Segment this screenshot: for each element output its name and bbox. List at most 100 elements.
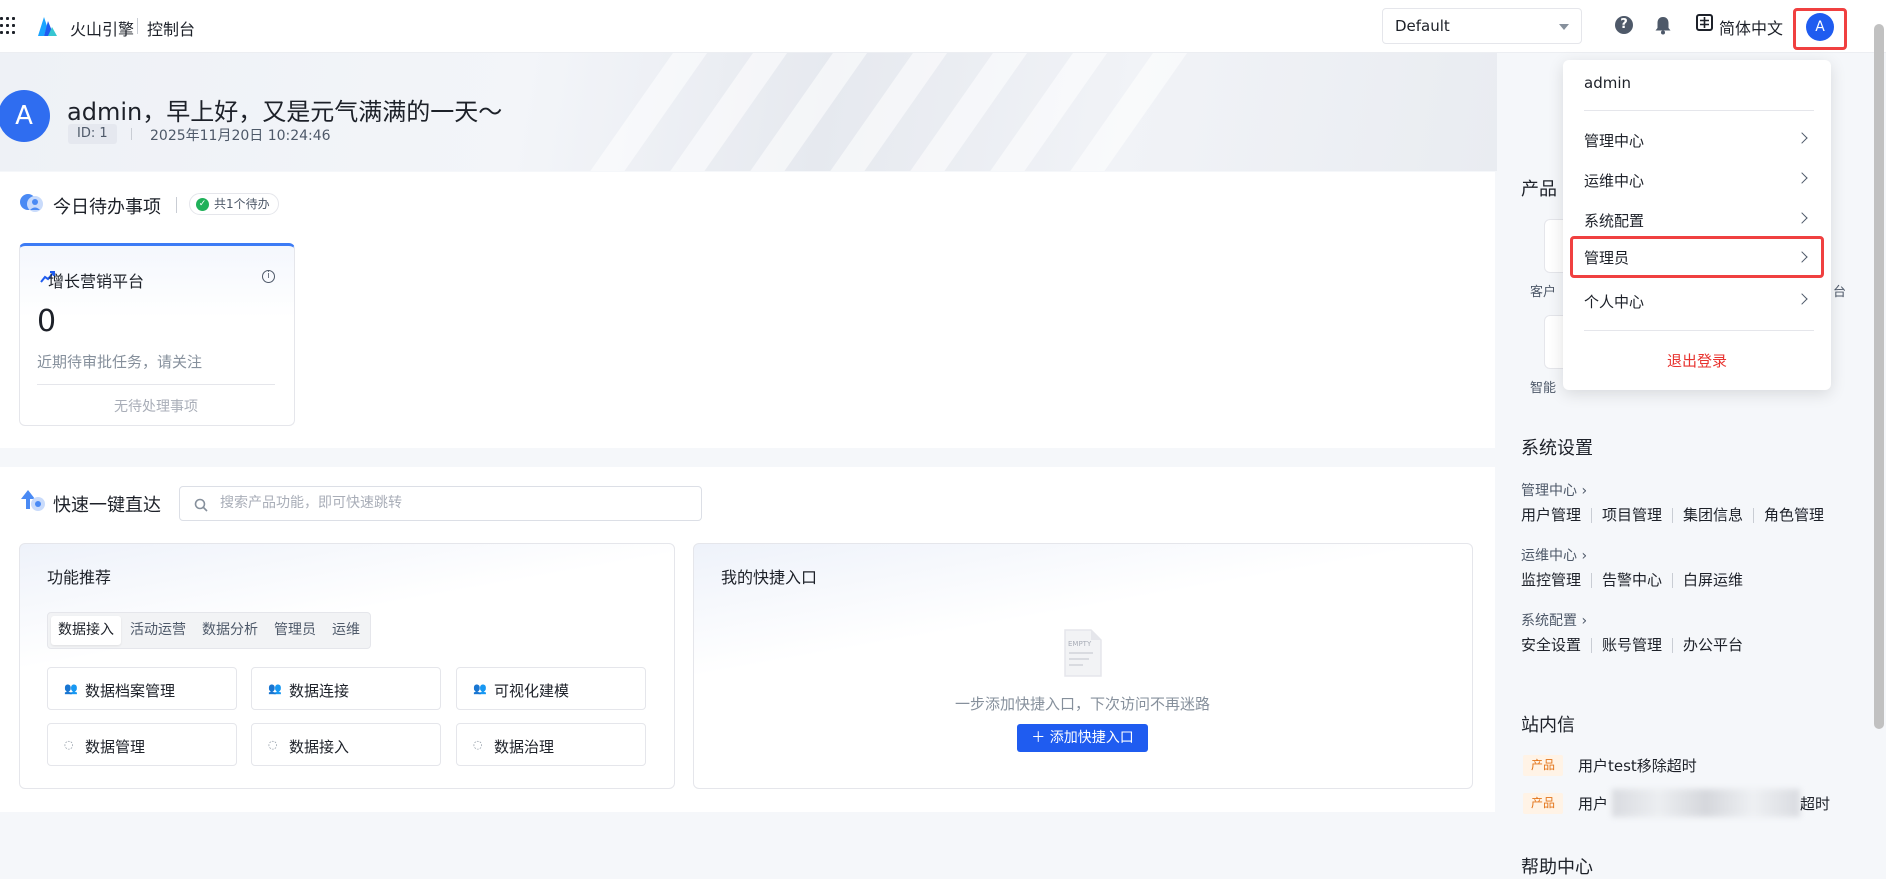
- message-text-end[interactable]: 超时: [1800, 793, 1830, 814]
- settings-group-system-config[interactable]: 系统配置 ›: [1521, 610, 1587, 630]
- add-shortcut-button[interactable]: ＋ 添加快捷入口: [1017, 724, 1148, 752]
- tab-ops[interactable]: 运维: [325, 616, 367, 645]
- info-icon[interactable]: i: [262, 270, 275, 283]
- top-bar: 火山引擎 控制台 Default ? 简体中文 A: [0, 0, 1886, 53]
- growth-card-empty: 无待处理事项: [114, 399, 198, 415]
- avatar[interactable]: A: [1806, 13, 1834, 41]
- refresh-icon: ◌: [64, 738, 74, 751]
- link-project-management[interactable]: 项目管理: [1591, 508, 1672, 523]
- feature-item[interactable]: ◌ 数据管理: [47, 723, 237, 766]
- link-group-info[interactable]: 集团信息: [1672, 508, 1753, 523]
- recommend-tabs: 数据接入 活动运营 数据分析 管理员 运维: [47, 612, 371, 649]
- message-text[interactable]: 用户test移除超时: [1578, 755, 1697, 776]
- menu-item-label: 个人中心: [1584, 293, 1645, 311]
- link-security-settings[interactable]: 安全设置: [1521, 638, 1591, 653]
- brand-name[interactable]: 火山引擎: [70, 16, 134, 40]
- feature-search-input[interactable]: [218, 494, 688, 512]
- feature-item[interactable]: ◌ 数据接入: [251, 723, 441, 766]
- bell-icon[interactable]: [1654, 15, 1672, 35]
- product-tile-label: 客户: [1530, 285, 1557, 300]
- link-role-management[interactable]: 角色管理: [1753, 508, 1834, 523]
- empty-document-icon: EMPTY: [1064, 629, 1102, 677]
- greeting-text: admin，早上好，又是元气满满的一天～: [67, 98, 503, 126]
- growth-card-desc: 近期待审批任务，请关注: [37, 353, 203, 371]
- user-avatar-large: A: [0, 90, 50, 142]
- page-scrollbar[interactable]: [1874, 24, 1884, 729]
- meta-divider: [131, 128, 132, 140]
- products-title: 产品: [1521, 179, 1557, 200]
- caret-down-icon: [1559, 24, 1569, 30]
- todo-title: 今日待办事项: [53, 197, 161, 218]
- feature-item-label: 数据治理: [494, 738, 555, 756]
- growth-card-divider: [37, 384, 275, 385]
- settings-group-admin-center[interactable]: 管理中心 ›: [1521, 480, 1587, 500]
- title-divider: [176, 197, 177, 213]
- chevron-right-icon: [1796, 132, 1808, 144]
- menu-item-label: 运维中心: [1584, 172, 1645, 190]
- console-label[interactable]: 控制台: [147, 16, 195, 40]
- search-icon: [194, 498, 208, 512]
- link-alert-center[interactable]: 告警中心: [1591, 573, 1672, 588]
- link-user-management[interactable]: 用户管理: [1521, 508, 1591, 523]
- settings-links-admin: 用户管理 项目管理 集团信息 角色管理: [1521, 508, 1834, 523]
- tab-data-analysis[interactable]: 数据分析: [195, 616, 265, 645]
- inbox-title: 站内信: [1521, 715, 1575, 736]
- help-icon[interactable]: ?: [1615, 16, 1633, 34]
- menu-item-admin-center[interactable]: 管理中心: [1570, 121, 1824, 159]
- menu-item-ops-center[interactable]: 运维中心: [1570, 161, 1824, 199]
- menu-divider: [1584, 110, 1814, 111]
- redacted-text: [1612, 789, 1800, 817]
- settings-links-ops: 监控管理 告警中心 白屏运维: [1521, 573, 1753, 588]
- feature-item[interactable]: ◌ 数据治理: [456, 723, 646, 766]
- message-text-start[interactable]: 用户: [1578, 793, 1608, 814]
- users-icon: 👥: [268, 682, 282, 695]
- feature-search-box[interactable]: [179, 486, 702, 521]
- menu-item-label: 系统配置: [1584, 212, 1645, 230]
- menu-username: admin: [1584, 74, 1631, 92]
- brand-divider: [137, 18, 138, 34]
- empty-icon-label: EMPTY: [1068, 640, 1092, 648]
- feature-item[interactable]: 👥 可视化建模: [456, 667, 646, 710]
- growth-card-count: 0: [37, 304, 57, 339]
- menu-item-personal-center[interactable]: 个人中心: [1570, 282, 1824, 320]
- app-grid-icon[interactable]: [0, 17, 16, 35]
- feature-item-label: 数据档案管理: [85, 682, 176, 700]
- system-settings-title: 系统设置: [1521, 438, 1593, 459]
- settings-group-ops-center[interactable]: 运维中心 ›: [1521, 545, 1587, 565]
- project-select[interactable]: Default: [1382, 8, 1582, 44]
- quick-access-title: 快速一键直达: [53, 495, 161, 516]
- link-office-platform[interactable]: 办公平台: [1672, 638, 1753, 653]
- chevron-right-icon: [1796, 212, 1808, 224]
- volcano-logo-icon[interactable]: [36, 13, 58, 37]
- pending-count-badge[interactable]: ✓ 共1个待办: [189, 193, 279, 215]
- users-icon: 👥: [64, 682, 78, 695]
- user-id-badge: ID: 1: [68, 124, 117, 144]
- users-icon: 👥: [473, 682, 487, 695]
- feature-item-label: 数据接入: [289, 738, 350, 756]
- pending-count-text: 共1个待办: [214, 197, 270, 211]
- feature-item-label: 数据管理: [85, 738, 146, 756]
- empty-shortcuts-text: 一步添加快捷入口，下次访问不再迷路: [954, 695, 1210, 713]
- tab-admin[interactable]: 管理员: [267, 616, 323, 645]
- tab-activity-ops[interactable]: 活动运营: [123, 616, 193, 645]
- project-select-value: Default: [1395, 17, 1450, 35]
- check-circle-icon: ✓: [196, 198, 209, 211]
- link-account-management[interactable]: 账号管理: [1591, 638, 1672, 653]
- rocket-icon: [21, 490, 45, 511]
- recommend-title: 功能推荐: [47, 568, 112, 587]
- tab-data-ingest[interactable]: 数据接入: [51, 616, 121, 645]
- language-icon[interactable]: [1696, 14, 1713, 31]
- feature-item[interactable]: 👥 数据档案管理: [47, 667, 237, 710]
- language-label[interactable]: 简体中文: [1719, 15, 1783, 39]
- menu-item-administrator[interactable]: 管理员: [1570, 236, 1824, 278]
- logout-button[interactable]: 退出登录: [1563, 350, 1831, 371]
- menu-item-system-config[interactable]: 系统配置: [1570, 201, 1824, 239]
- message-tag: 产品: [1523, 755, 1563, 776]
- chevron-right-icon: [1796, 172, 1808, 184]
- feature-item[interactable]: 👥 数据连接: [251, 667, 441, 710]
- product-tile-label: 台: [1833, 285, 1847, 300]
- link-monitoring[interactable]: 监控管理: [1521, 573, 1591, 588]
- help-center-title: 帮助中心: [1521, 857, 1593, 878]
- menu-item-label: 管理中心: [1584, 132, 1645, 150]
- link-white-screen-ops[interactable]: 白屏运维: [1672, 573, 1753, 588]
